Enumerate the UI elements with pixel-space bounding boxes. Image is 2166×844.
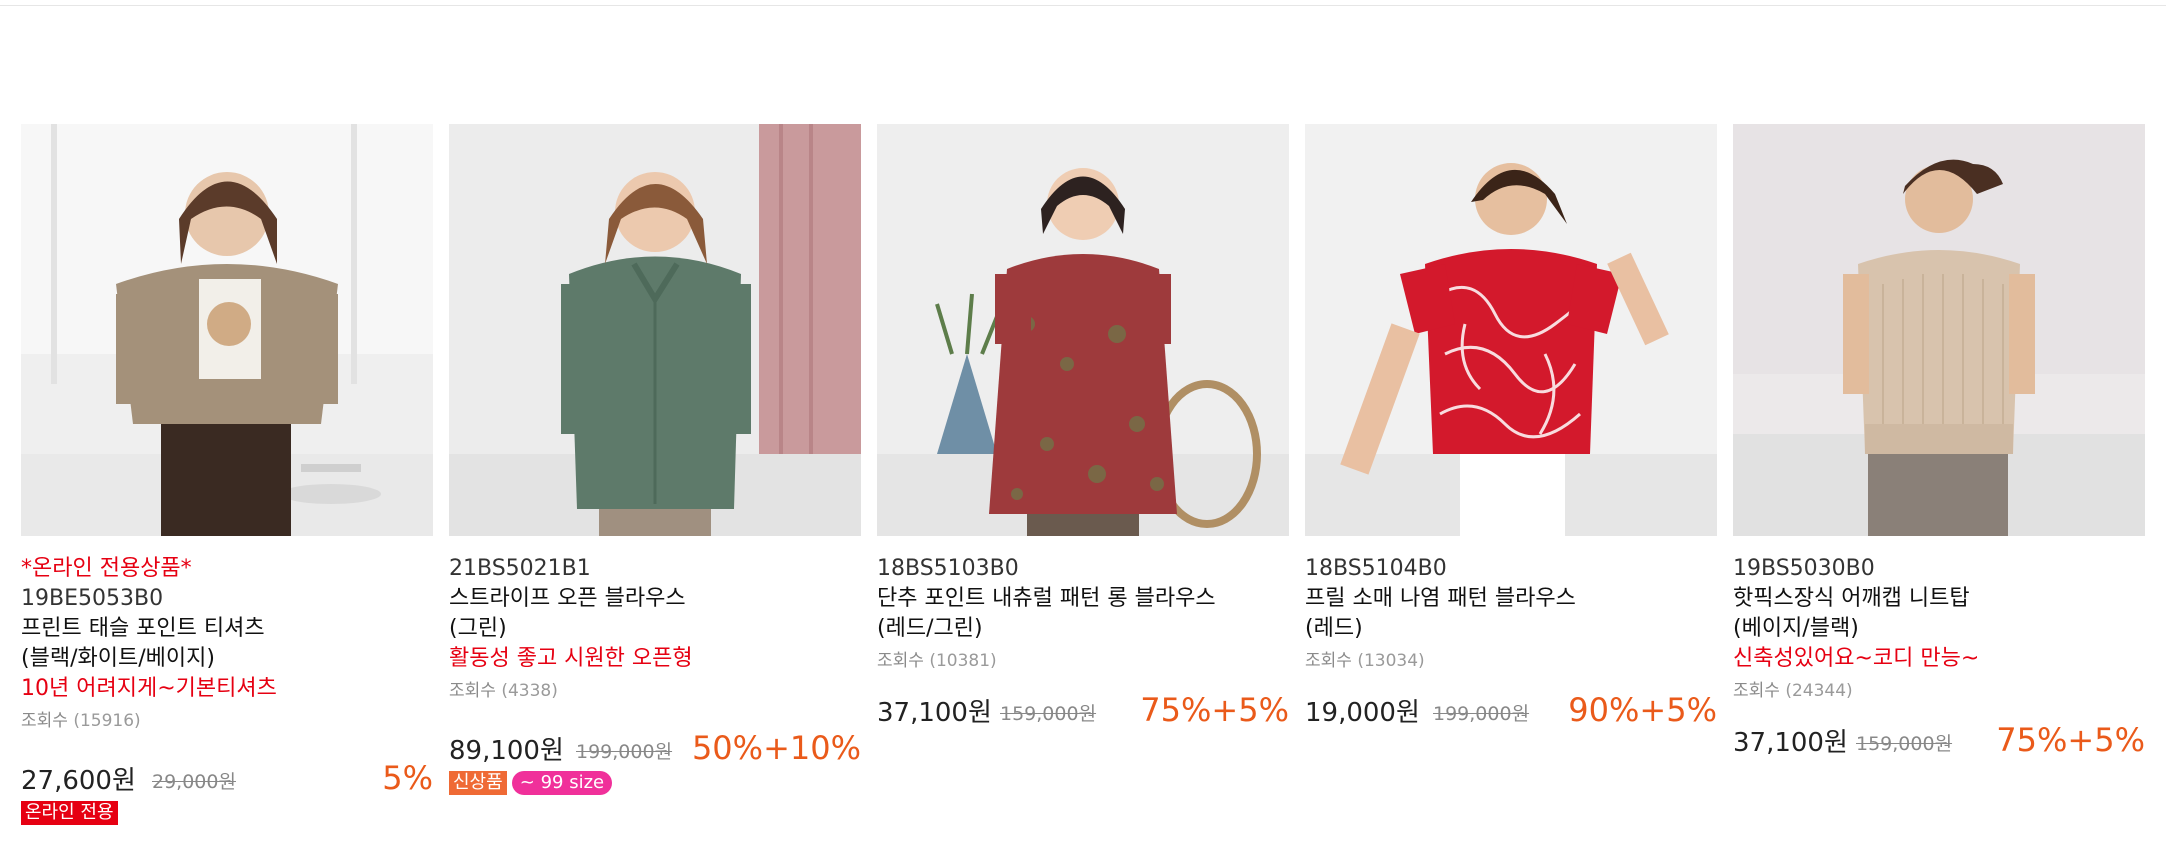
product-code[interactable]: 19BE5053B0 [21,584,433,614]
price-row: 27,600원 29,000원 5% [21,757,433,797]
discount-rate: 5% [382,759,433,797]
original-price: 199,000원 [1433,703,1530,725]
badge-row: 신상품 ~ 99 size [449,771,861,797]
product-promo: 활동성 좋고 시원한 오픈형 [449,646,693,671]
size-badge: ~ 99 size [511,771,613,795]
product-name[interactable]: 핫픽스장식 어깨캡 니트탑 [1733,584,2145,614]
product-card[interactable]: 18BS5103B0 단추 포인트 내츄럴 패턴 롱 블라우스 (레드/그린) … [877,124,1289,729]
product-card[interactable]: 21BS5021B1 스트라이프 오픈 블라우스 (그린) 활동성 좋고 시원한… [449,124,861,797]
original-price: 199,000원 [576,741,673,763]
badge-row: 온라인 전용 [21,801,433,827]
price-row: 89,100원 199,000원 50%+10% [449,727,861,767]
price-row: 37,100원 159,000원 75%+5% [1733,719,2145,759]
product-grid: *온라인 전용상품* 19BE5053B0 프린트 태슬 포인트 티셔츠 (블랙… [0,124,2166,844]
product-colors[interactable]: (레드) [1305,614,1717,644]
view-count-label: 조회수 [1733,681,1780,701]
view-count-value: (4338) [501,681,558,701]
online-only-badge: 온라인 전용 [21,801,118,825]
product-image-tshirt[interactable] [21,124,433,536]
sale-price: 89,100원 [449,736,564,766]
view-count: 조회수 (24344) [1733,677,2145,705]
product-code[interactable]: 18BS5103B0 [877,554,1289,584]
product-colors[interactable]: (베이지/블랙) [1733,614,2145,644]
top-divider [0,5,2166,6]
discount-rate: 90%+5% [1568,691,1717,729]
view-count-value: (15916) [73,711,141,731]
product-name[interactable]: 스트라이프 오픈 블라우스 [449,584,861,614]
product-code[interactable]: 18BS5104B0 [1305,554,1717,584]
view-count-label: 조회수 [449,681,496,701]
product-image-blouse-red-floral[interactable] [877,124,1289,536]
product-name[interactable]: 단추 포인트 내츄럴 패턴 롱 블라우스 [877,584,1289,614]
product-card[interactable]: 19BS5030B0 핫픽스장식 어깨캡 니트탑 (베이지/블랙) 신축성있어요… [1733,124,2145,759]
new-product-badge: 신상품 [449,771,507,795]
view-count: 조회수 (13034) [1305,647,1717,675]
sale-price: 27,600원 [21,766,136,796]
view-count-label: 조회수 [1305,651,1352,671]
original-price: 159,000원 [1000,703,1097,725]
sale-price: 37,100원 [1733,728,1848,758]
product-colors[interactable]: (레드/그린) [877,614,1289,644]
view-count: 조회수 (4338) [449,677,861,705]
product-card[interactable]: 18BS5104B0 프릴 소매 나염 패턴 블라우스 (레드) 조회수 (13… [1305,124,1717,729]
view-count-label: 조회수 [877,651,924,671]
product-tag: *온라인 전용상품* [21,556,192,581]
original-price: 159,000원 [1856,733,1953,755]
view-count-value: (13034) [1357,651,1425,671]
discount-rate: 75%+5% [1996,721,2145,759]
discount-rate: 75%+5% [1140,691,1289,729]
sale-price: 19,000원 [1305,698,1420,728]
product-promo: 10년 어려지게~기본티셔츠 [21,676,277,701]
product-image-blouse-red-print[interactable] [1305,124,1717,536]
product-colors[interactable]: (그린) [449,614,861,644]
product-name[interactable]: 프릴 소매 나염 패턴 블라우스 [1305,584,1717,614]
view-count: 조회수 (10381) [877,647,1289,675]
product-image-blouse-green[interactable] [449,124,861,536]
product-card[interactable]: *온라인 전용상품* 19BE5053B0 프린트 태슬 포인트 티셔츠 (블랙… [21,124,433,827]
price-row: 37,100원 159,000원 75%+5% [877,689,1289,729]
product-promo: 신축성있어요~코디 만능~ [1733,646,1980,671]
view-count-value: (24344) [1785,681,1853,701]
view-count-value: (10381) [929,651,997,671]
discount-rate: 50%+10% [691,729,861,767]
product-image-knit-top[interactable] [1733,124,2145,536]
sale-price: 37,100원 [877,698,992,728]
product-code[interactable]: 19BS5030B0 [1733,554,2145,584]
product-name[interactable]: 프린트 태슬 포인트 티셔츠 [21,614,433,644]
view-count: 조회수 (15916) [21,707,433,735]
price-row: 19,000원 199,000원 90%+5% [1305,689,1717,729]
original-price: 29,000원 [152,771,236,793]
product-code[interactable]: 21BS5021B1 [449,554,861,584]
product-colors[interactable]: (블랙/화이트/베이지) [21,644,433,674]
view-count-label: 조회수 [21,711,68,731]
